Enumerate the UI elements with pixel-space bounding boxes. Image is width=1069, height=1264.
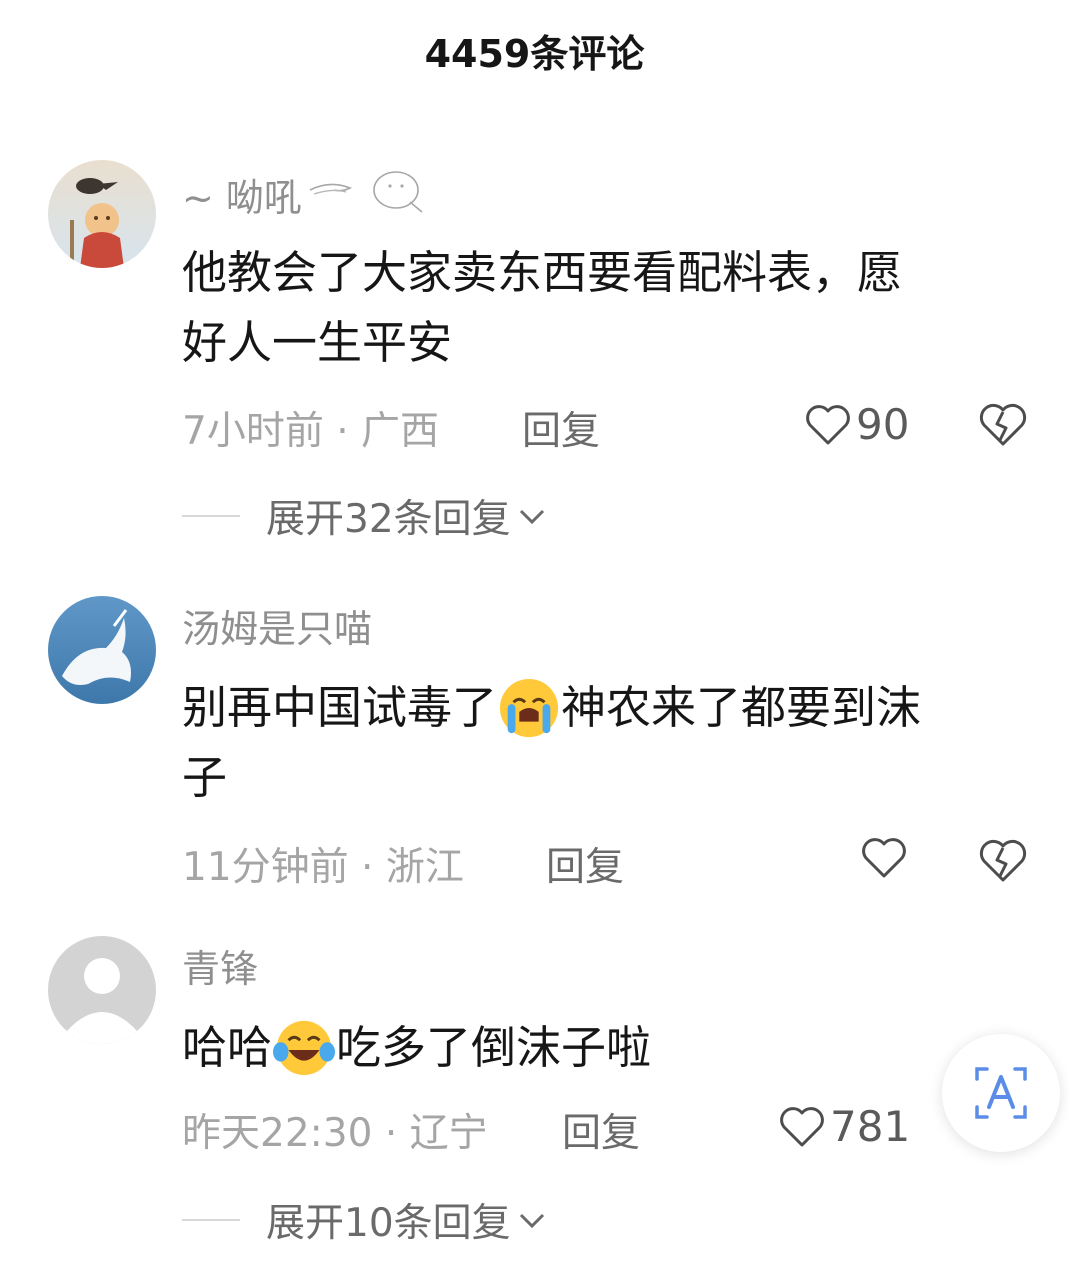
heart-outline-icon	[862, 838, 906, 878]
comment-text: 哈哈	[182, 1021, 273, 1074]
like-count: 781	[830, 1102, 911, 1151]
divider-line	[182, 515, 240, 517]
comment-text-line: 好人一生平安	[182, 316, 453, 369]
like-count: 90	[856, 400, 910, 449]
comment-text-line: 子	[182, 751, 228, 804]
translate-icon	[975, 1067, 1027, 1119]
reply-button[interactable]: 回复	[562, 1102, 640, 1158]
dislike-button[interactable]	[978, 838, 1028, 888]
username-text: 汤姆是只喵	[182, 607, 373, 651]
like-button[interactable]	[860, 836, 908, 880]
username-text: 青锋	[182, 947, 259, 991]
comment-content: 他教会了大家卖东西要看配料表，愿 好人一生平安	[182, 238, 1022, 378]
username-text: ~ 呦吼	[182, 176, 302, 220]
comment-location: 广西	[361, 409, 440, 454]
avatar[interactable]	[48, 160, 156, 268]
comment-meta: 7小时前 · 广西 回复	[182, 400, 600, 456]
reply-button[interactable]: 回复	[522, 400, 600, 456]
comment-username[interactable]: 汤姆是只喵	[182, 598, 372, 653]
comment-time: 7小时前	[182, 409, 324, 454]
comment-content: 哈哈 吃多了倒沫子啦	[182, 1010, 1022, 1083]
comment-text-line: 哈哈 吃多了倒沫子啦	[182, 1010, 1022, 1083]
heart-outline-icon	[806, 404, 850, 444]
chevron-down-icon	[519, 1213, 544, 1229]
comment-time: 11分钟前	[182, 845, 349, 890]
broken-heart-icon	[979, 403, 1027, 446]
comment-username[interactable]: 青锋	[182, 938, 258, 993]
expand-replies-button[interactable]: 展开32条回复	[182, 488, 549, 544]
broken-heart-icon	[979, 839, 1027, 882]
comment-location: 浙江	[385, 845, 464, 890]
meta-separator: ·	[384, 1111, 410, 1156]
like-button[interactable]: 781	[778, 1102, 910, 1151]
comments-count-title: 4459条评论	[424, 31, 645, 76]
expand-replies-label: 展开32条回复	[266, 497, 511, 542]
avatar[interactable]	[48, 936, 156, 1044]
comment-text-line: 别再中国试毒了 神农来了都要到沫	[182, 670, 1022, 743]
comment-time: 昨天22:30	[182, 1111, 373, 1156]
username-decoration-icon	[306, 162, 426, 227]
chevron-down-icon	[519, 509, 544, 525]
comment-text-line: 他教会了大家卖东西要看配料表，愿	[182, 246, 903, 299]
comment-text: 别再中国试毒了	[182, 681, 498, 734]
comment-meta: 11分钟前 · 浙江 回复	[182, 836, 624, 892]
heart-outline-icon	[780, 1106, 824, 1146]
comment-location: 辽宁	[409, 1111, 488, 1156]
meta-separator: ·	[361, 845, 386, 890]
comment-text: 吃多了倒沫子啦	[336, 1021, 652, 1074]
loudly-crying-face-icon	[499, 678, 559, 738]
reply-button[interactable]: 回复	[546, 836, 624, 892]
avatar[interactable]	[48, 596, 156, 704]
face-with-tears-of-joy-icon	[273, 1020, 336, 1076]
translate-button[interactable]	[942, 1034, 1060, 1152]
comment-meta: 昨天22:30 · 辽宁 回复	[182, 1102, 640, 1158]
like-button[interactable]: 90	[804, 400, 909, 449]
expand-replies-button[interactable]: 展开10条回复	[182, 1192, 549, 1248]
comment-text: 神农来了都要到沫	[561, 681, 922, 734]
dislike-button[interactable]	[978, 402, 1028, 452]
meta-separator: ·	[336, 409, 362, 454]
comment-content: 别再中国试毒了 神农来了都要到沫 子	[182, 670, 1022, 813]
expand-replies-label: 展开10条回复	[266, 1201, 511, 1246]
comment-username[interactable]: ~ 呦吼	[182, 162, 426, 227]
divider-line	[182, 1219, 240, 1221]
